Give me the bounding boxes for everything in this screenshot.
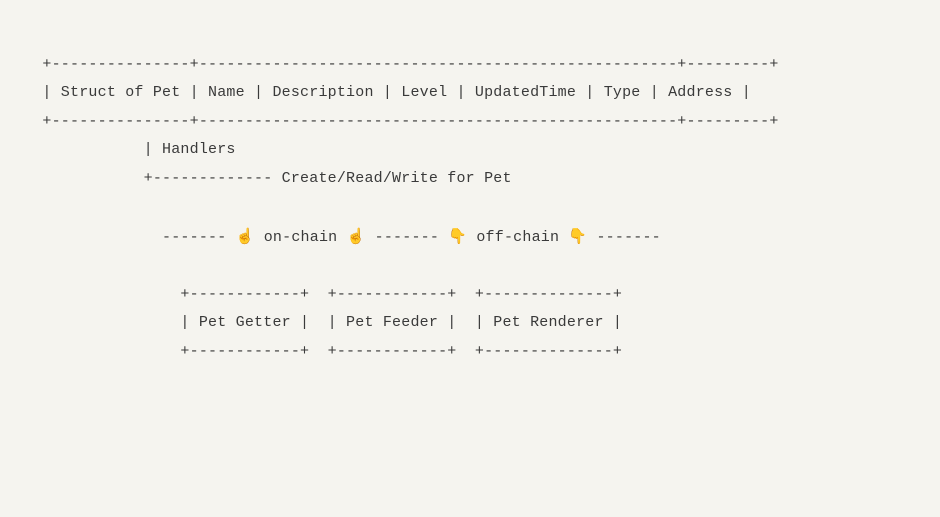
- point-down-icon: 👇: [448, 227, 467, 245]
- components-border-top: +------------+ +------------+ +---------…: [24, 286, 622, 303]
- struct-border-bottom: +---------------+-----------------------…: [24, 113, 779, 130]
- handlers-line-2: +------------- Create/Read/Write for Pet: [24, 170, 512, 187]
- struct-row: | Struct of Pet | Name | Description | L…: [24, 84, 751, 101]
- handlers-line-1: | Handlers: [24, 141, 236, 158]
- chain-dash-right: -------: [587, 229, 661, 246]
- ascii-architecture-diagram: +---------------+-----------------------…: [0, 0, 940, 406]
- chain-dash-left: -------: [24, 229, 236, 246]
- components-border-bottom: +------------+ +------------+ +---------…: [24, 343, 622, 360]
- components-row: | Pet Getter | | Pet Feeder | | Pet Rend…: [24, 314, 622, 331]
- off-chain-label: off-chain: [467, 229, 568, 246]
- point-down-icon: 👇: [568, 227, 587, 245]
- point-up-icon: ☝️: [347, 227, 366, 245]
- struct-border-top: +---------------+-----------------------…: [24, 56, 779, 73]
- point-up-icon: ☝️: [236, 227, 255, 245]
- chain-dash-mid: -------: [365, 229, 448, 246]
- on-chain-label: on-chain: [255, 229, 347, 246]
